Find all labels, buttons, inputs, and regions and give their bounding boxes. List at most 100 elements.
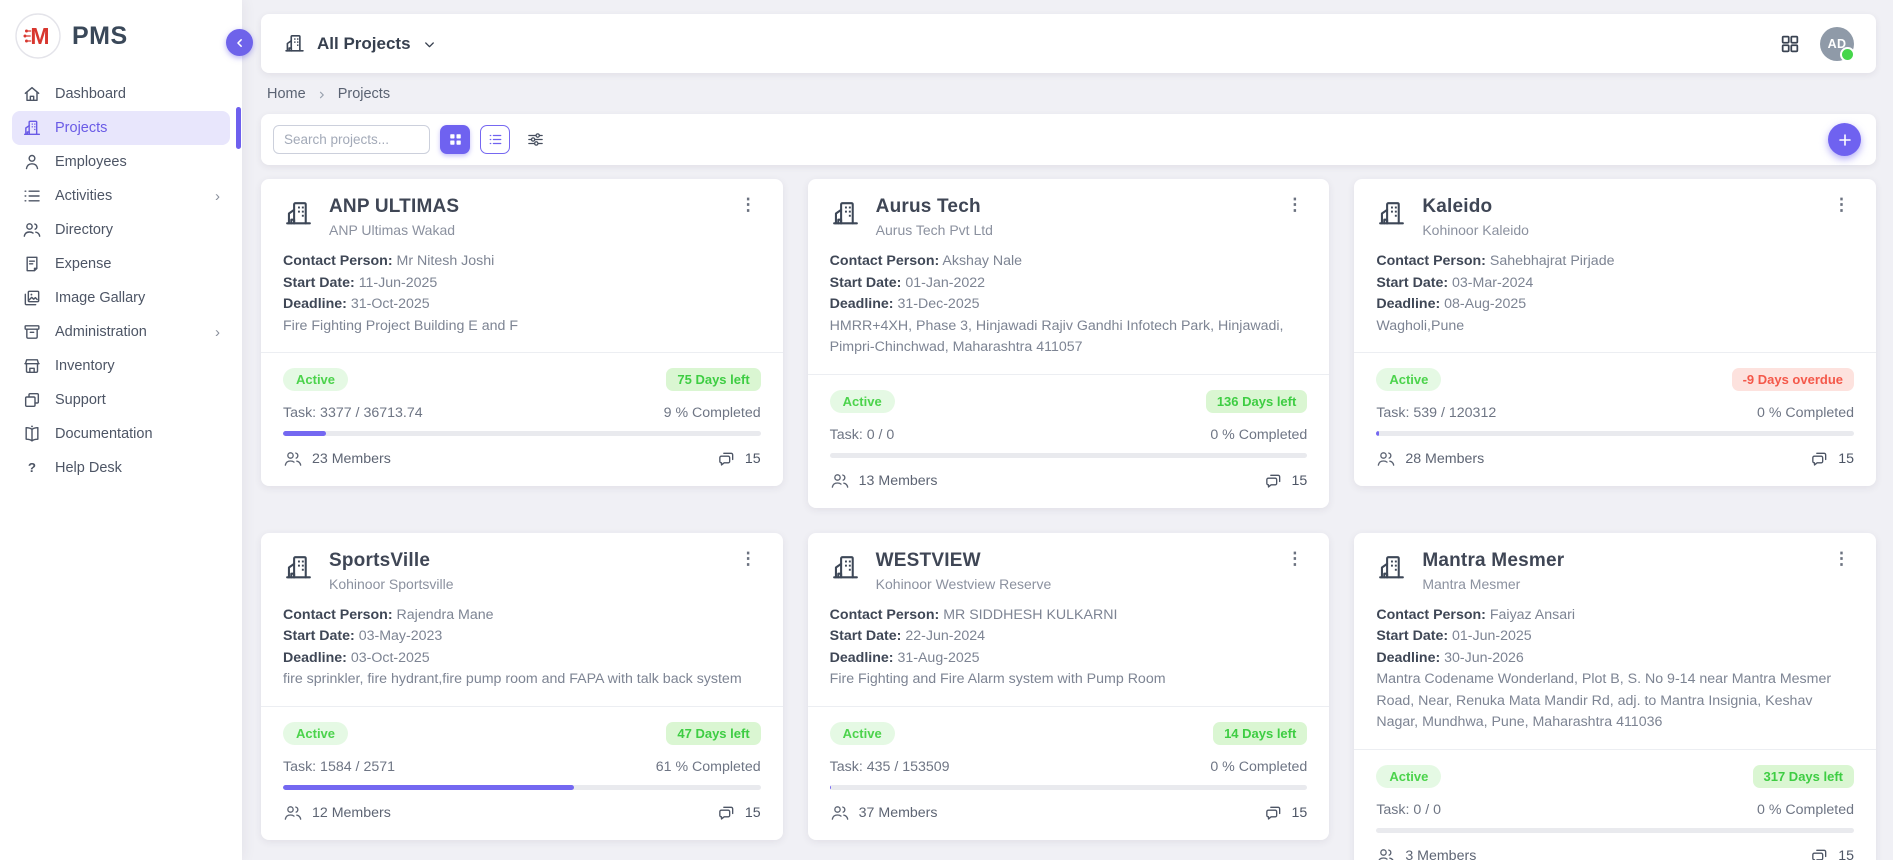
sidebar-item-employees[interactable]: Employees ›	[12, 145, 230, 179]
chat-icon	[1809, 449, 1829, 469]
start-date-label: Start Date:	[283, 628, 355, 644]
members-count: 12 Members	[312, 805, 391, 821]
progress-bar	[830, 785, 1308, 790]
sidebar-item-support[interactable]: Support ›	[12, 383, 230, 417]
project-scope-dropdown[interactable]: All Projects	[283, 32, 437, 55]
task-count: Task: 3377 / 36713.74	[283, 405, 423, 421]
grid-view-button[interactable]	[440, 125, 470, 154]
book-icon	[22, 424, 42, 444]
breadcrumb: Home Projects	[267, 86, 1870, 102]
progress-bar	[283, 431, 761, 436]
project-card[interactable]: WESTVIEW Kohinoor Westview Reserve ⋮ Con…	[808, 533, 1330, 840]
sidebar-item-expense[interactable]: Expense ›	[12, 247, 230, 281]
status-badge: Active	[283, 722, 348, 745]
members-icon	[283, 449, 303, 469]
sidebar: M PMS Dashboard › Projects › Employees ›…	[0, 0, 242, 860]
members-count: 13 Members	[859, 473, 938, 489]
chat-count: 15	[1838, 848, 1854, 860]
progress-fill	[1376, 431, 1378, 436]
contact-value: Mr Nitesh Joshi	[397, 253, 495, 269]
chat-count: 15	[1292, 473, 1308, 489]
chat-indicator[interactable]: 15	[1263, 803, 1308, 823]
start-date-value: 11-Jun-2025	[359, 275, 438, 291]
completed-percent: 61 % Completed	[656, 759, 761, 775]
chat-indicator[interactable]: 15	[1809, 846, 1854, 860]
archive-icon	[22, 322, 42, 342]
start-date-value: 03-Mar-2024	[1452, 275, 1533, 291]
start-date-label: Start Date:	[830, 628, 902, 644]
deadline-label: Deadline:	[283, 296, 347, 312]
card-menu-button[interactable]: ⋮	[1829, 196, 1854, 214]
sidebar-item-label: Administration	[55, 324, 147, 340]
project-description: Fire Fighting and Fire Alarm system with…	[830, 669, 1308, 691]
sidebar-item-projects[interactable]: Projects ›	[12, 111, 230, 145]
sidebar-item-directory[interactable]: Directory ›	[12, 213, 230, 247]
deadline-value: 08-Aug-2025	[1444, 296, 1526, 312]
card-menu-button[interactable]: ⋮	[736, 196, 761, 214]
sidebar-item-image-gallary[interactable]: Image Gallary ›	[12, 281, 230, 315]
sidebar-item-documentation[interactable]: Documentation ›	[12, 417, 230, 451]
contact-label: Contact Person:	[830, 607, 940, 623]
building-icon	[22, 118, 42, 138]
project-card[interactable]: ANP ULTIMAS ANP Ultimas Wakad ⋮ Contact …	[261, 179, 783, 486]
task-count: Task: 1584 / 2571	[283, 759, 395, 775]
days-left-badge: 14 Days left	[1213, 722, 1307, 745]
sidebar-item-dashboard[interactable]: Dashboard ›	[12, 77, 230, 111]
project-name: WESTVIEW	[876, 550, 1268, 572]
progress-fill	[283, 785, 574, 790]
sidebar-item-activities[interactable]: Activities ›	[12, 179, 230, 213]
members-icon	[1376, 449, 1396, 469]
project-company: Kohinoor Kaleido	[1422, 222, 1814, 238]
sidebar-collapse-button[interactable]	[226, 29, 253, 56]
sidebar-item-administration[interactable]: Administration ›	[12, 315, 230, 349]
filter-button[interactable]	[520, 125, 550, 154]
card-menu-button[interactable]: ⋮	[736, 550, 761, 568]
chat-icon	[1263, 803, 1283, 823]
add-project-button[interactable]	[1828, 123, 1861, 156]
card-menu-button[interactable]: ⋮	[1829, 550, 1854, 568]
project-name: SportsVille	[329, 550, 721, 572]
sidebar-item-label: Directory	[55, 222, 113, 238]
project-description: Mantra Codename Wonderland, Plot B, S. N…	[1376, 669, 1854, 734]
project-description: HMRR+4XH, Phase 3, Hinjawadi Rajiv Gandh…	[830, 316, 1308, 359]
members-icon	[830, 803, 850, 823]
building-icon	[1376, 550, 1407, 583]
chat-indicator[interactable]: 15	[1809, 449, 1854, 469]
sidebar-item-label: Image Gallary	[55, 290, 145, 306]
chevron-right-icon	[316, 87, 328, 101]
card-menu-button[interactable]: ⋮	[1282, 196, 1307, 214]
search-input[interactable]	[273, 125, 430, 154]
status-badge: Active	[830, 390, 895, 413]
chat-indicator[interactable]: 15	[1263, 471, 1308, 491]
breadcrumb-home[interactable]: Home	[267, 86, 306, 102]
sidebar-item-label: Activities	[55, 188, 112, 204]
avatar[interactable]: AD	[1820, 27, 1854, 61]
store-icon	[22, 356, 42, 376]
projects-grid: ANP ULTIMAS ANP Ultimas Wakad ⋮ Contact …	[261, 179, 1876, 860]
building-icon	[283, 550, 314, 583]
project-card[interactable]: Mantra Mesmer Mantra Mesmer ⋮ Contact Pe…	[1354, 533, 1876, 860]
project-card[interactable]: SportsVille Kohinoor Sportsville ⋮ Conta…	[261, 533, 783, 840]
members-icon	[1376, 846, 1396, 860]
project-card[interactable]: Aurus Tech Aurus Tech Pvt Ltd ⋮ Contact …	[808, 179, 1330, 508]
apps-grid-icon[interactable]	[1779, 33, 1801, 55]
status-badge: Active	[830, 722, 895, 745]
chevron-right-icon: ›	[215, 324, 220, 341]
chevron-left-icon	[233, 36, 247, 50]
projects-toolbar	[261, 114, 1876, 165]
card-menu-button[interactable]: ⋮	[1282, 550, 1307, 568]
sidebar-item-inventory[interactable]: Inventory ›	[12, 349, 230, 383]
members-icon	[830, 471, 850, 491]
project-card[interactable]: Kaleido Kohinoor Kaleido ⋮ Contact Perso…	[1354, 179, 1876, 486]
chat-count: 15	[1838, 451, 1854, 467]
breadcrumb-projects[interactable]: Projects	[338, 86, 390, 102]
progress-bar	[1376, 828, 1854, 833]
chat-indicator[interactable]: 15	[716, 449, 761, 469]
sidebar-item-help-desk[interactable]: ? Help Desk ›	[12, 451, 230, 485]
list-view-button[interactable]	[480, 125, 510, 154]
chat-indicator[interactable]: 15	[716, 803, 761, 823]
building-icon	[283, 32, 306, 55]
chat-icon	[716, 449, 736, 469]
chat-count: 15	[745, 451, 761, 467]
sidebar-item-label: Employees	[55, 154, 127, 170]
